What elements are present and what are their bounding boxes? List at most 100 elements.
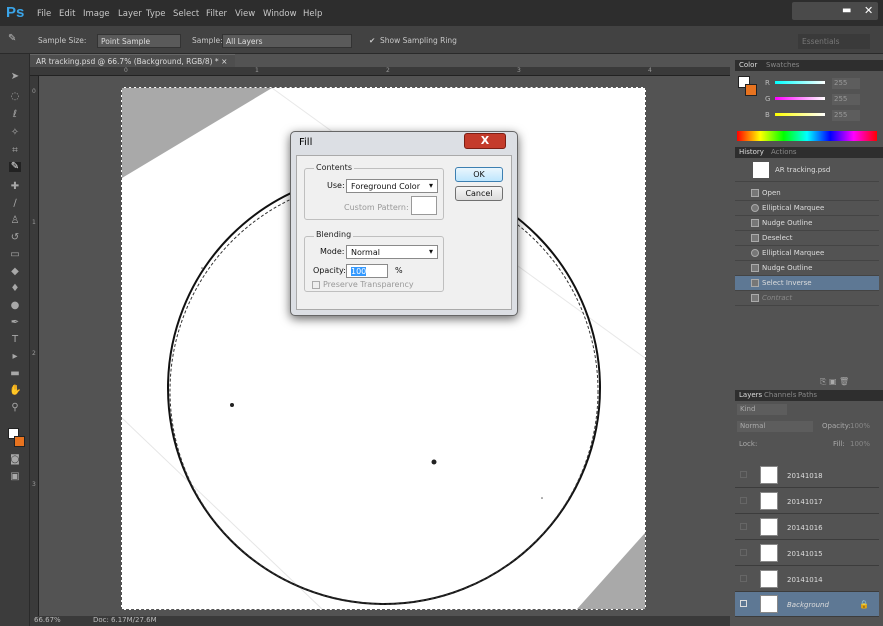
r-slider[interactable] xyxy=(775,81,825,84)
ok-button[interactable]: OK xyxy=(455,167,503,182)
menu-layer[interactable]: Layer xyxy=(118,9,142,19)
healing-brush-icon[interactable]: ✚ xyxy=(9,182,21,192)
blending-label: Blending xyxy=(314,230,354,239)
menu-image[interactable]: Image xyxy=(83,9,110,19)
menu-window[interactable]: Window xyxy=(263,9,297,19)
screen-mode-icon[interactable]: ▣ xyxy=(9,472,21,482)
history-item[interactable]: Deselect xyxy=(735,231,879,246)
zoom-level[interactable]: 66.67% xyxy=(34,616,61,624)
tab-actions[interactable]: Actions xyxy=(771,148,797,156)
minimize-icon[interactable]: ▬ xyxy=(842,5,851,16)
dodge-tool-icon[interactable]: ● xyxy=(9,301,21,311)
g-slider[interactable] xyxy=(775,97,825,100)
cancel-button[interactable]: Cancel xyxy=(455,186,503,201)
history-item-undone[interactable]: Contract xyxy=(735,291,879,306)
dialog-close-button[interactable]: X xyxy=(464,133,506,149)
pen-tool-icon[interactable]: ✒ xyxy=(9,318,21,328)
hand-tool-icon[interactable]: ✋ xyxy=(9,386,21,396)
document-icon xyxy=(751,264,759,272)
pattern-picker[interactable] xyxy=(411,196,437,215)
lasso-tool-icon[interactable]: ℓ xyxy=(9,110,21,120)
visibility-toggle[interactable] xyxy=(740,549,747,556)
color-ramp[interactable] xyxy=(737,131,877,141)
layer-row[interactable]: 20141016 xyxy=(735,515,879,540)
history-brush-icon[interactable]: ↺ xyxy=(9,233,21,243)
menu-file[interactable]: File xyxy=(37,9,51,19)
background-color-swatch[interactable] xyxy=(14,436,25,447)
menu-view[interactable]: View xyxy=(235,9,255,19)
show-ring-checkbox[interactable]: ✔ xyxy=(369,36,375,45)
b-value[interactable]: 255 xyxy=(832,110,860,121)
menu-filter[interactable]: Filter xyxy=(206,9,227,19)
close-window-icon[interactable]: ✕ xyxy=(864,4,873,17)
g-value[interactable]: 255 xyxy=(832,94,860,105)
eyedropper-tool-icon[interactable]: ✎ xyxy=(8,33,16,44)
layer-row[interactable]: 20141018 xyxy=(735,463,879,488)
tab-history[interactable]: History xyxy=(739,148,764,156)
show-ring-label: Show Sampling Ring xyxy=(380,36,457,45)
document-tab[interactable]: AR tracking.psd @ 66.7% (Background, RGB… xyxy=(30,54,235,67)
document-icon xyxy=(751,294,759,302)
history-item[interactable]: Elliptical Marquee xyxy=(735,201,879,216)
r-value[interactable]: 255 xyxy=(832,78,860,89)
layer-thumb xyxy=(760,544,778,562)
tab-layers[interactable]: Layers xyxy=(739,391,762,399)
preserve-checkbox[interactable] xyxy=(312,281,320,289)
history-item[interactable]: Nudge Outline xyxy=(735,261,879,276)
quick-mask-icon[interactable]: ◙ xyxy=(9,455,21,465)
mode-select[interactable]: Normal ▾ xyxy=(346,245,438,259)
tab-color[interactable]: Color xyxy=(739,61,757,69)
blur-tool-icon[interactable]: ♦ xyxy=(9,284,21,294)
visibility-toggle[interactable] xyxy=(740,471,747,478)
crop-tool-icon[interactable]: ⌗ xyxy=(9,146,21,156)
menu-edit[interactable]: Edit xyxy=(59,9,75,19)
workspace-select[interactable]: Essentials xyxy=(798,34,870,49)
visibility-toggle[interactable] xyxy=(740,523,747,530)
stamp-tool-icon[interactable]: ♙ xyxy=(9,216,21,226)
menu-select[interactable]: Select xyxy=(173,9,199,19)
sample-size-select[interactable]: Point Sample xyxy=(97,34,181,48)
layer-row[interactable]: 20141015 xyxy=(735,541,879,566)
brush-tool-icon[interactable]: ∕ xyxy=(9,199,21,209)
eraser-tool-icon[interactable]: ▭ xyxy=(9,250,21,260)
layer-row[interactable]: 20141014 xyxy=(735,567,879,592)
visibility-toggle[interactable] xyxy=(740,575,747,582)
sample-select[interactable]: All Layers xyxy=(222,34,352,48)
layer-filter-kind[interactable]: Kind xyxy=(737,404,787,415)
eyedropper-icon[interactable]: ✎ xyxy=(9,162,21,172)
tab-swatches[interactable]: Swatches xyxy=(766,61,799,69)
b-slider[interactable] xyxy=(775,113,825,116)
history-item[interactable]: Nudge Outline xyxy=(735,216,879,231)
tab-channels[interactable]: Channels xyxy=(764,391,796,399)
opacity-input[interactable]: 100 xyxy=(346,264,388,278)
fill-value[interactable]: 100% xyxy=(850,440,870,448)
close-tab-icon[interactable]: × xyxy=(221,57,227,66)
history-item-selected[interactable]: Select Inverse xyxy=(735,276,879,291)
bucket-tool-icon[interactable]: ◆ xyxy=(9,267,21,277)
zoom-tool-icon[interactable]: ⚲ xyxy=(9,403,21,413)
path-select-icon[interactable]: ▸ xyxy=(9,352,21,362)
ruler-mark: 3 xyxy=(32,481,36,488)
history-footer-icons[interactable]: ⎘ ▣ 🗑 xyxy=(820,377,849,387)
history-item[interactable]: Open xyxy=(735,186,879,201)
shape-tool-icon[interactable]: ▬ xyxy=(9,369,21,379)
move-tool-icon[interactable]: ➤ xyxy=(9,72,21,82)
layer-row-background[interactable]: Background 🔒 xyxy=(735,592,879,617)
history-snapshot[interactable]: AR tracking.psd xyxy=(735,158,879,182)
history-item[interactable]: Elliptical Marquee xyxy=(735,246,879,261)
visibility-toggle[interactable] xyxy=(740,600,747,607)
use-select[interactable]: Foreground Color ▾ xyxy=(346,179,438,193)
menu-help[interactable]: Help xyxy=(303,9,322,19)
ruler-mark: 0 xyxy=(32,88,36,95)
type-tool-icon[interactable]: T xyxy=(9,335,21,345)
quick-select-icon[interactable]: ✧ xyxy=(9,128,21,138)
menu-type[interactable]: Type xyxy=(146,9,166,19)
blend-mode-select[interactable]: Normal xyxy=(737,421,813,432)
marquee-tool-icon[interactable]: ◌ xyxy=(9,92,21,102)
visibility-toggle[interactable] xyxy=(740,497,747,504)
layer-row[interactable]: 20141017 xyxy=(735,489,879,514)
panel-bg-swatch[interactable] xyxy=(745,84,757,96)
tab-paths[interactable]: Paths xyxy=(798,391,817,399)
layer-opacity-value[interactable]: 100% xyxy=(850,422,870,430)
doc-size[interactable]: Doc: 6.17M/27.6M xyxy=(93,616,157,624)
